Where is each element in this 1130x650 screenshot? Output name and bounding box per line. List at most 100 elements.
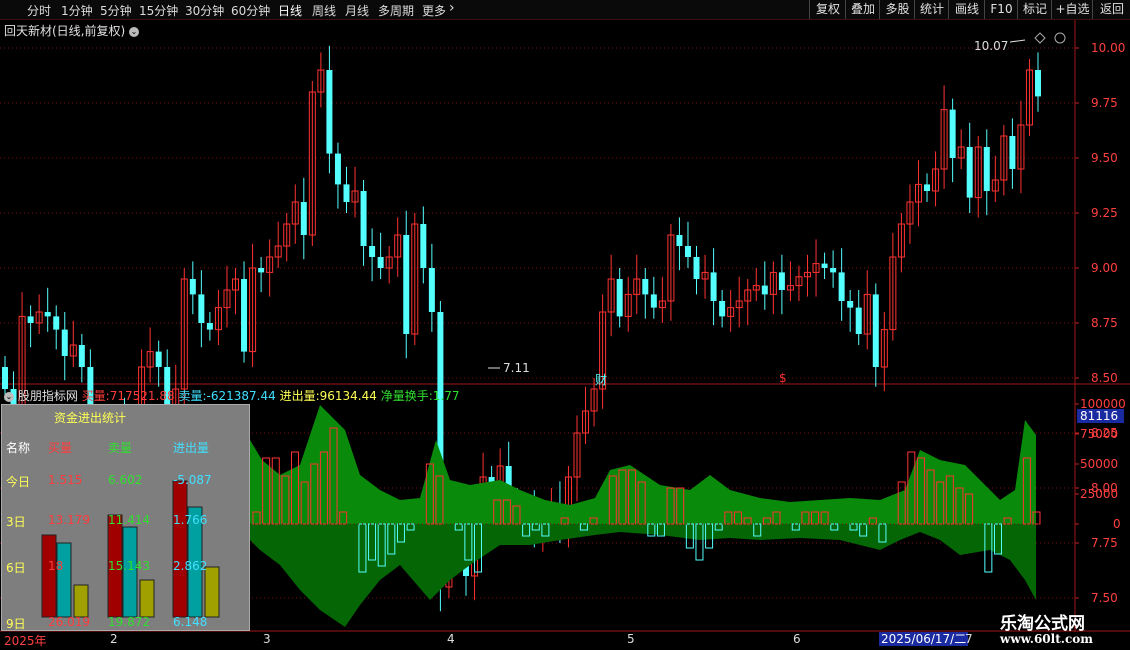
candle-body-down	[78, 345, 85, 367]
toolbar-button-7[interactable]: +自选	[1051, 0, 1093, 19]
candle-body-down	[27, 316, 34, 323]
toolbar-button-5[interactable]: F10	[984, 0, 1018, 19]
stats-row-1-sell: 11.414	[108, 513, 150, 527]
candle-body-down	[369, 246, 376, 257]
candle-body-down	[258, 268, 265, 273]
period-tab-2[interactable]: 5分钟	[100, 2, 132, 19]
circle-icon	[1054, 32, 1066, 44]
high-pointer-line	[1009, 39, 1026, 43]
sell-value: -621387.44	[206, 389, 276, 403]
candle-body-down	[855, 307, 862, 334]
dividend-marker[interactable]: $	[779, 371, 787, 385]
stats-bar-buy	[41, 534, 57, 618]
watermark-url: www.60lt.com	[1000, 632, 1093, 646]
period-tab-9[interactable]: 多周期	[378, 2, 414, 19]
low-price-label: 7.11	[503, 361, 530, 375]
candle-body-down	[838, 272, 845, 301]
period-tab-7[interactable]: 周线	[312, 2, 336, 19]
price-tick-label: 8.50	[1091, 371, 1118, 385]
period-toolbar: 分时 1分钟 5分钟 15分钟 30分钟 60分钟 日线 周线 月线 多周期 更多 › 复权 叠加 多股 统计…	[0, 0, 1130, 20]
stats-row-1-buy: 13.179	[48, 513, 90, 527]
chevron-right-icon[interactable]: ›	[449, 0, 455, 16]
period-tab-3[interactable]: 15分钟	[139, 2, 178, 19]
current-date-label: 2025/06/17/二	[879, 632, 969, 646]
candle-body-down	[198, 294, 205, 323]
stats-panel: 资金进出统计 名称 买量 卖量 进出量 今日 1.515 6.602 -5.087 3日…	[1, 404, 250, 631]
candle-body-down	[1009, 136, 1016, 169]
candle-body-down	[326, 70, 333, 154]
period-tab-0[interactable]: 分时	[27, 2, 51, 19]
turnover-value: 1.77	[432, 389, 460, 403]
stats-row-3-buy: 26.019	[48, 615, 90, 629]
watermark-title: 乐淘公式网	[1000, 614, 1085, 634]
toolbar-button-2[interactable]: 多股	[879, 0, 915, 19]
price-tick-label: 9.25	[1091, 206, 1118, 220]
candle-body-down	[761, 285, 768, 295]
stock-title: 回天新材(日线,前复权) ⌄	[4, 22, 140, 39]
toolbar-button-8[interactable]: 返回	[1092, 0, 1130, 19]
net-value: 96134.44	[319, 389, 377, 403]
candle-body-down	[847, 301, 854, 308]
period-tab-8[interactable]: 月线	[345, 2, 369, 19]
indicator-tick-label: 0	[1113, 517, 1121, 531]
period-tab-10[interactable]: 更多	[422, 2, 446, 19]
high-price-label: 10.07	[974, 39, 1009, 53]
price-tick-label: 9.00	[1091, 261, 1118, 275]
candle-body-down	[949, 109, 956, 158]
candle-body-down	[300, 202, 307, 235]
candle-body-down	[719, 301, 726, 317]
finance-marker[interactable]: 财	[595, 371, 607, 388]
candle-body-down	[189, 279, 196, 295]
period-tab-4[interactable]: 30分钟	[185, 2, 224, 19]
candle-body-down	[2, 367, 8, 389]
stats-row-3-sell: 19.872	[108, 615, 150, 629]
date-tick-0: 2025年	[4, 634, 47, 648]
stats-bar-buy	[172, 480, 188, 618]
toolbar-button-1[interactable]: 叠加	[845, 0, 880, 19]
candle-body-down	[650, 294, 657, 308]
toolbar-button-0[interactable]: 复权	[809, 0, 846, 19]
indicator-title: ⌄ 股朋指标网 买量:717521.88 卖量:-621387.44 进出量:9…	[4, 387, 459, 404]
diamond-icon	[1034, 32, 1046, 44]
candle-body-down	[44, 312, 51, 317]
candle-body-down	[1035, 70, 1041, 97]
toolbar-button-4[interactable]: 画线	[948, 0, 985, 19]
candle-body-down	[377, 257, 384, 268]
chevron-down-icon[interactable]: ⌄	[129, 26, 140, 37]
stats-row-0-name: 今日	[6, 475, 31, 489]
candle-body-down	[684, 246, 691, 257]
candle-body-down	[420, 224, 427, 268]
period-tab-1[interactable]: 1分钟	[61, 2, 93, 19]
stats-row-3-net: 6.148	[173, 615, 208, 629]
indicator-tick-label: 25000	[1080, 487, 1118, 501]
period-tab-5[interactable]: 60分钟	[231, 2, 270, 19]
date-tick-5: 6	[793, 632, 801, 646]
candle-body-down	[693, 257, 700, 279]
net-label: 进出量:	[279, 389, 320, 403]
stats-row-0-sell: 6.602	[108, 473, 143, 487]
date-axis-extra: 7	[965, 632, 973, 646]
indicator-tick-label: 50000	[1080, 457, 1118, 471]
stats-bar-net	[73, 584, 89, 618]
price-tick-label: 10.00	[1091, 41, 1125, 55]
candle-body-down	[778, 272, 785, 290]
period-tab-6[interactable]: 日线	[278, 2, 302, 19]
turnover-label: 净量换手:	[380, 389, 433, 403]
candle-body-down	[966, 147, 973, 198]
candle-body-down	[53, 316, 60, 330]
buy-value: 717521.88	[109, 389, 175, 403]
candle-body-down	[360, 191, 367, 246]
toolbar-button-3[interactable]: 统计	[914, 0, 949, 19]
buy-label: 买量:	[81, 389, 110, 403]
stats-row-0-net: -5.087	[173, 473, 212, 487]
chevron-down-icon[interactable]: ⌄	[4, 391, 14, 402]
candle-body-down	[642, 279, 649, 295]
stats-row-2-buy: 18	[48, 559, 64, 573]
date-tick-1: 2	[110, 632, 118, 646]
indicator-tick-label: 75000	[1080, 427, 1118, 441]
date-tick-4: 5	[627, 632, 635, 646]
stats-row-1-net: 1.766	[173, 513, 208, 527]
candle-body-down	[924, 184, 931, 191]
toolbar-button-6[interactable]: 标记	[1017, 0, 1052, 19]
price-tick-label: 7.75	[1091, 536, 1118, 550]
